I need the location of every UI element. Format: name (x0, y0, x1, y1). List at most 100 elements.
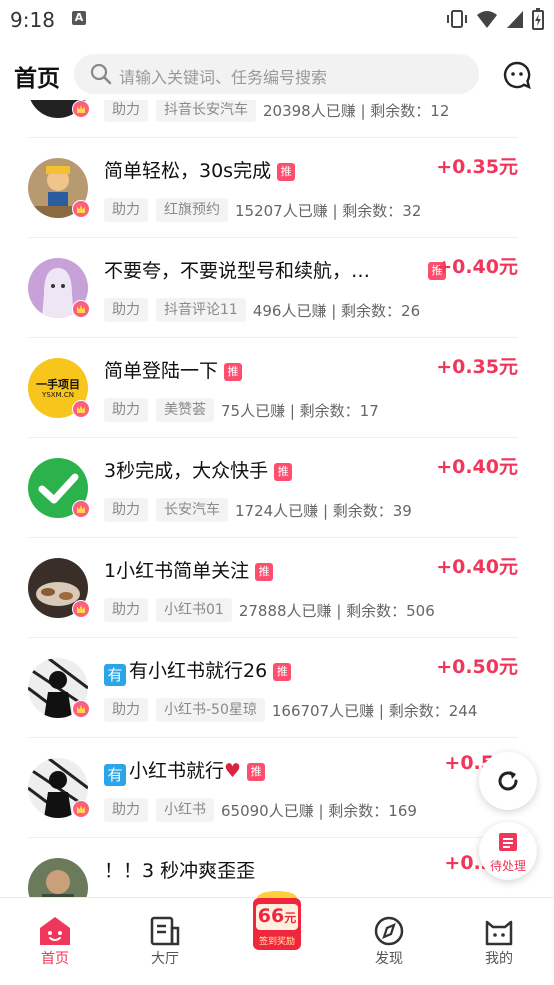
list-item[interactable]: 简单轻松，30s完成推 +0.35元 助力 红旗预约 15207人已赚 | 剩余… (28, 138, 518, 238)
task-list[interactable]: 助力 抖音长安汽车 20398人已赚 | 剩余数：12 简单轻松，30s完成推 … (0, 100, 554, 897)
home-icon (40, 917, 70, 945)
tag-project: 长安汽车 (156, 498, 228, 522)
status-time: 9:18 (10, 8, 55, 32)
list-item[interactable]: 助力 抖音长安汽车 20398人已赚 | 剩余数：12 (28, 100, 518, 138)
compass-icon (374, 916, 404, 946)
task-title: 有小红书就行♥ 推 (104, 756, 266, 786)
you-badge: 有 (104, 764, 126, 786)
refresh-icon (498, 771, 518, 791)
checkin-reward-button[interactable]: 66元 签到奖励 (250, 890, 304, 952)
pending-button[interactable]: 待处理 (479, 822, 537, 880)
task-stats: 65090人已赚 | 剩余数：169 (221, 801, 417, 820)
avatar (28, 858, 88, 897)
tag-type: 助力 (104, 498, 148, 522)
home-indicator (0, 980, 554, 984)
task-stats: 20398人已赚 | 剩余数：12 (263, 101, 450, 120)
tab-home[interactable]: 首页 (0, 898, 110, 968)
tag-project: 小红书 (156, 798, 214, 822)
task-title: ！！3 秒冲爽歪歪 (104, 860, 256, 882)
page-title: 首页 (14, 66, 60, 92)
task-reward: +0.50元 (436, 656, 518, 678)
task-title: 简单登陆一下推 (104, 356, 243, 383)
pending-label: 待处理 (489, 859, 526, 873)
recommend-badge: 推 (224, 362, 243, 381)
avatar-logo-sub: YSXM.CN (42, 391, 74, 399)
wifi-icon (477, 11, 497, 28)
tag-type: 助力 (104, 798, 148, 822)
search-icon (90, 63, 112, 85)
task-stats: 1724人已赚 | 剩余数：39 (235, 501, 412, 520)
search-bar[interactable]: 请输入关键词、任务编号搜索 (74, 54, 479, 94)
tab-label: 首页 (41, 951, 69, 967)
vip-crown-icon (72, 300, 90, 318)
task-reward: +0.40元 (436, 456, 518, 478)
list-item[interactable]: 不要夸，不要说型号和续航，… 推 +0.40元 助力 抖音评论11 496人已赚… (28, 238, 518, 338)
notification-a-icon: A (72, 11, 86, 25)
vip-crown-icon (72, 200, 90, 218)
vibrate-icon (447, 10, 467, 28)
search-placeholder: 请输入关键词、任务编号搜索 (119, 68, 328, 87)
clipboard-icon (499, 833, 517, 851)
task-stats: 15207人已赚 | 剩余数：32 (235, 201, 422, 220)
tag-type: 助力 (104, 198, 148, 222)
checkin-unit: 元 (284, 911, 297, 925)
heart-icon: ♥ (224, 760, 242, 782)
task-title: 1小红书简单关注推 (104, 556, 274, 583)
task-stats: 496人已赚 | 剩余数：26 (252, 301, 421, 320)
task-reward: +0.40元 (436, 256, 518, 278)
cat-profile-icon (485, 920, 513, 946)
task-stats: 27888人已赚 | 剩余数：506 (238, 601, 435, 620)
recommend-badge: 推 (273, 662, 292, 681)
tab-hall[interactable]: 大厅 (110, 898, 220, 968)
vip-crown-icon (72, 700, 90, 718)
recommend-badge: 推 (255, 562, 274, 581)
status-bar: 9:18 A (0, 0, 554, 38)
tab-label: 发现 (375, 951, 403, 967)
tab-label: 大厅 (151, 951, 179, 967)
tag-project: 美赞荟 (156, 398, 214, 422)
message-icon[interactable] (502, 60, 532, 90)
tag-type: 助力 (104, 598, 148, 622)
document-icon (150, 916, 180, 946)
list-item[interactable]: ！！3 秒冲爽歪歪 +0.3 (28, 838, 518, 897)
list-item[interactable]: 有小红书就行♥ 推 +0.5 助力 小红书 65090人已赚 | 剩余数：169 (28, 738, 518, 838)
tab-label: 我的 (485, 951, 513, 967)
tab-mine[interactable]: 我的 (444, 898, 554, 968)
task-title: 有有小红书就行26 推 (104, 656, 292, 686)
task-title: 简单轻松，30s完成推 (104, 156, 296, 183)
recommend-badge: 推 (247, 762, 266, 781)
tag-project: 小红书01 (156, 598, 232, 622)
list-item[interactable]: 3秒完成，大众快手推 +0.40元 助力 长安汽车 1724人已赚 | 剩余数：… (28, 438, 518, 538)
task-title: 3秒完成，大众快手推 (104, 456, 293, 483)
vip-crown-icon (72, 800, 90, 818)
battery-icon (532, 8, 544, 30)
avatar-logo-text: 一手项目 (36, 378, 80, 391)
tab-discover[interactable]: 发现 (334, 898, 444, 968)
tag-project: 红旗预约 (156, 198, 228, 222)
tag-project: 抖音评论11 (156, 298, 246, 322)
checkin-label: 签到奖励 (258, 937, 295, 947)
header: 首页 请输入关键词、任务编号搜索 (0, 50, 554, 100)
vip-crown-icon (72, 500, 90, 518)
tag-type: 助力 (104, 698, 148, 722)
tag-project: 抖音长安汽车 (156, 100, 256, 122)
signal-icon (507, 11, 523, 28)
refresh-button[interactable] (479, 752, 537, 810)
tag-project: 小红书-50星琼 (156, 698, 265, 722)
task-reward: +0.35元 (436, 356, 518, 378)
task-stats: 166707人已赚 | 剩余数：244 (271, 701, 478, 720)
recommend-badge: 推 (277, 162, 296, 181)
task-title: 不要夸，不要说型号和续航，… (104, 260, 371, 282)
task-stats: 75人已赚 | 剩余数：17 (221, 401, 379, 420)
task-reward: +0.35元 (436, 156, 518, 178)
vip-crown-icon (72, 100, 90, 118)
recommend-badge: 推 (274, 462, 293, 481)
checkin-amount: 66 (257, 905, 285, 927)
you-badge: 有 (104, 664, 126, 686)
vip-crown-icon (72, 600, 90, 618)
list-item[interactable]: 一手项目 YSXM.CN 简单登陆一下推 +0.35元 助力 美赞荟 75人已赚… (28, 338, 518, 438)
list-item[interactable]: 1小红书简单关注推 +0.40元 助力 小红书01 27888人已赚 | 剩余数… (28, 538, 518, 638)
list-item[interactable]: 有有小红书就行26 推 +0.50元 助力 小红书-50星琼 166707人已赚 … (28, 638, 518, 738)
status-icons (446, 8, 544, 30)
tag-type: 助力 (104, 298, 148, 322)
